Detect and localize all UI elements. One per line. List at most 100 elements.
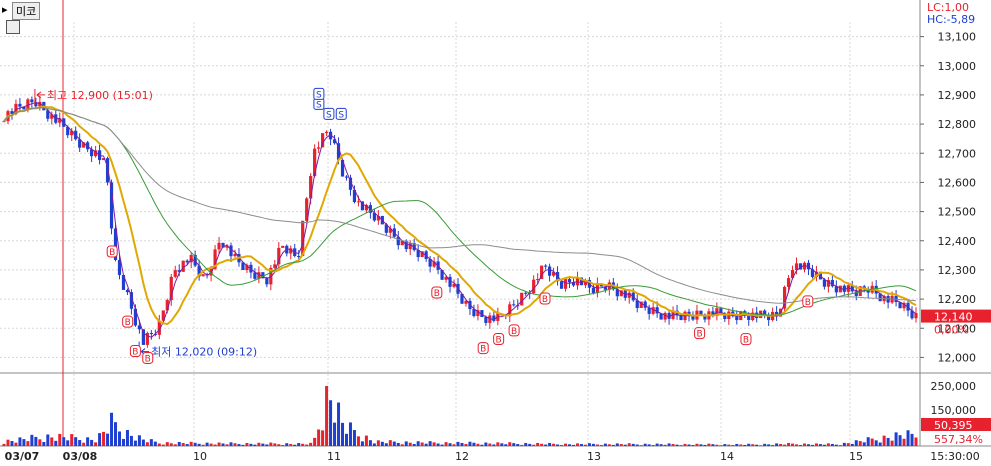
volume-bar	[348, 422, 352, 446]
volume-bar	[277, 444, 281, 446]
volume-bar	[213, 444, 217, 446]
bookmark-icon[interactable]: ▸	[2, 3, 8, 16]
volume-bar	[544, 444, 548, 446]
volume-bar	[289, 443, 293, 446]
volume-bar	[384, 443, 388, 446]
volume-bar	[102, 431, 106, 446]
candle-body	[559, 281, 564, 289]
buy-signal-label: B	[109, 248, 115, 258]
volume-bar	[671, 444, 675, 446]
volume-bar	[440, 444, 444, 446]
volume-bar	[404, 441, 408, 446]
volume-bar	[579, 444, 583, 446]
volume-bar	[412, 443, 416, 446]
grid-icon[interactable]	[6, 20, 20, 34]
volume-bar	[26, 441, 30, 446]
volume-bar	[739, 444, 743, 446]
price-tick-label: 13,000	[938, 60, 977, 73]
volume-bar	[759, 445, 763, 446]
volume-tick-label: 250,000	[931, 380, 977, 393]
volume-bar	[631, 443, 635, 446]
volume-bar	[317, 429, 321, 446]
volume-bar	[814, 443, 818, 446]
volume-bar	[110, 412, 114, 446]
volume-bar	[420, 442, 424, 446]
candle-body	[854, 291, 858, 296]
volume-bar	[217, 442, 221, 446]
volume-bar	[707, 443, 711, 446]
sell-signal-label: S	[316, 90, 322, 100]
volume-bar	[285, 443, 289, 446]
volume-bar	[504, 444, 508, 446]
candle-body	[173, 270, 177, 277]
candle-body	[277, 247, 281, 265]
low-annotation: 최저 12,020 (09:12)	[151, 346, 257, 359]
volume-bar	[747, 443, 751, 446]
volume-bar	[245, 442, 249, 446]
volume-bar	[552, 443, 556, 446]
volume-bar	[360, 441, 364, 446]
volume-bar	[301, 443, 305, 446]
symbol-button[interactable]: 미코	[12, 2, 41, 20]
volume-bar	[392, 441, 396, 446]
volume-bar	[305, 444, 309, 446]
volume-bar	[325, 386, 329, 446]
volume-bar	[460, 442, 464, 446]
volume-bar	[603, 443, 607, 446]
volume-bar	[862, 442, 866, 446]
volume-bar	[866, 437, 870, 446]
sell-signal-label: S	[338, 110, 344, 120]
volume-bar	[488, 443, 492, 446]
volume-bar	[556, 444, 560, 446]
volume-bar	[500, 443, 504, 446]
volume-bar	[484, 442, 488, 446]
volume-bar	[329, 400, 333, 446]
candle-body	[321, 133, 325, 148]
volume-bar	[683, 443, 687, 446]
volume-bar	[432, 442, 436, 446]
volume-bar	[818, 444, 822, 446]
volume-bar	[520, 444, 524, 446]
volume-bar	[376, 440, 380, 446]
volume-bar	[743, 444, 747, 446]
volume-bar	[711, 444, 715, 446]
volume-bar	[269, 442, 273, 446]
volume-bar	[125, 429, 129, 446]
volume-bar	[62, 437, 66, 446]
volume-bar	[185, 444, 189, 446]
candle-body	[233, 254, 237, 257]
volume-bar	[830, 444, 834, 446]
candle-body	[265, 278, 269, 285]
buy-signal-label: B	[743, 336, 749, 346]
candle-body	[484, 317, 488, 323]
volume-bar	[165, 442, 169, 446]
volume-bar	[882, 435, 886, 446]
volume-bar	[508, 442, 512, 446]
volume-bar	[261, 443, 265, 446]
buy-signal-label: B	[480, 345, 486, 355]
time-tick-label: 10	[193, 450, 207, 463]
volume-bar	[842, 442, 846, 446]
candle-body	[536, 279, 540, 281]
volume-bar	[344, 433, 348, 446]
buy-signal-label: B	[132, 348, 138, 358]
volume-bar	[874, 440, 878, 446]
volume-bar	[396, 442, 400, 446]
volume-bar	[368, 440, 372, 446]
volume-bar	[564, 443, 568, 446]
chart-window: 12,000 12,100 12,200 12,300 12,400 12,500 12,6…	[0, 0, 991, 466]
price-tick-label: 12,500	[938, 206, 977, 219]
hc-indicator: HC:-5,89	[927, 13, 976, 26]
volume-bar	[46, 434, 50, 446]
candle-body	[544, 265, 548, 267]
candle-body	[309, 176, 313, 199]
volume-bar	[822, 444, 826, 446]
volume-bar	[6, 439, 10, 446]
volume-bar	[321, 430, 325, 446]
volume-bar	[635, 444, 639, 446]
price-chart[interactable]: 12,00012,10012,20012,30012,40012,50012,6…	[0, 0, 991, 466]
volume-bar	[177, 441, 181, 446]
candle-body	[297, 256, 301, 258]
candle-body	[356, 201, 361, 203]
volume-bar	[623, 444, 627, 446]
